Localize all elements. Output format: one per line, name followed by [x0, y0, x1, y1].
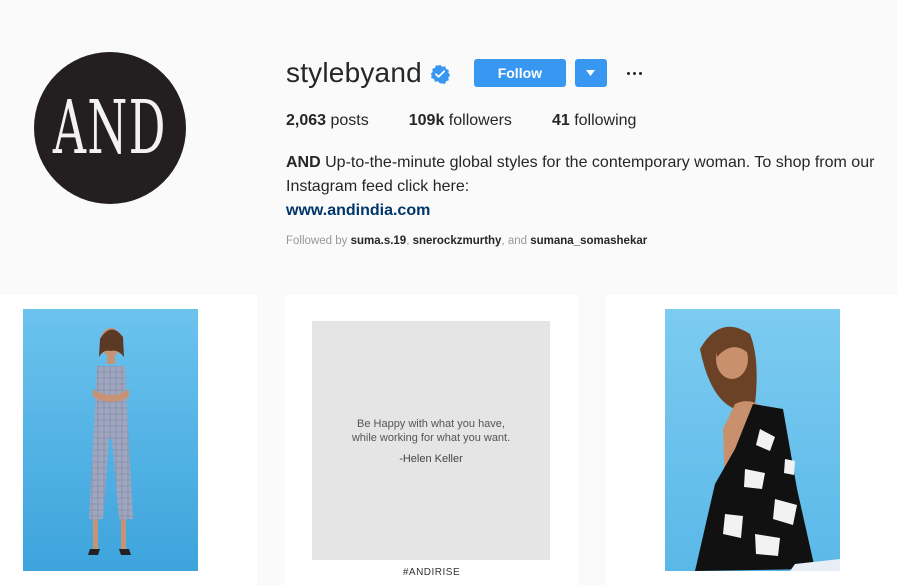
verified-badge-icon: [430, 64, 450, 84]
posts-label: posts: [330, 112, 369, 129]
following-stat[interactable]: 41 following: [552, 112, 637, 130]
bio-text: Up-to-the-minute global styles for the c…: [286, 154, 875, 195]
model-figure-image: [88, 328, 133, 555]
suggestions-dropdown-button[interactable]: [574, 59, 607, 87]
post-thumbnail[interactable]: [0, 295, 257, 585]
following-count: 41: [551, 112, 570, 129]
following-label: following: [574, 112, 637, 129]
post-image-model-printed-dress: [665, 309, 840, 571]
post-thumbnail[interactable]: [606, 295, 897, 585]
post-hashtag: #ANDIRISE: [402, 567, 461, 578]
profile-info: stylebyand Follow 2,063 posts 109k follo…: [286, 55, 897, 247]
followers-count: 109k: [408, 112, 445, 129]
bio-name: AND: [286, 154, 321, 171]
caret-down-icon: [586, 70, 596, 76]
quote-author: -Helen Keller: [399, 452, 463, 465]
post-image-model-jumpsuit: [23, 309, 198, 571]
followed-by-separator: , and: [501, 235, 528, 247]
profile-bio: AND Up-to-the-minute global styles for t…: [286, 151, 891, 223]
followed-by-user[interactable]: snerockzmurthy: [413, 235, 502, 247]
model-figure-image: [695, 326, 840, 571]
followers-stat[interactable]: 109k followers: [409, 112, 512, 130]
profile-stats: 2,063 posts 109k followers 41 following: [286, 112, 897, 130]
quote-image: Be Happy with what you have, while worki…: [312, 321, 550, 560]
bio-website-link[interactable]: www.andindia.com: [286, 199, 430, 223]
quote-line: while working for what you want.: [351, 431, 511, 444]
posts-stat: 2,063 posts: [286, 112, 369, 130]
post-thumbnail[interactable]: Be Happy with what you have, while worki…: [285, 295, 578, 585]
followed-by-separator: ,: [406, 235, 410, 247]
followed-by-user[interactable]: suma.s.19: [351, 235, 407, 247]
quote-line: Be Happy with what you have,: [357, 417, 505, 430]
username: stylebyand: [286, 57, 422, 88]
followed-by-prefix: Followed by: [286, 235, 348, 247]
followed-by-user[interactable]: sumana_somashekar: [530, 235, 647, 247]
avatar-logo-text: AND: [53, 85, 167, 171]
posts-count: 2,063: [286, 112, 327, 129]
follow-button[interactable]: Follow: [473, 59, 566, 87]
title-row: stylebyand Follow: [286, 55, 897, 91]
profile-avatar[interactable]: AND: [34, 52, 186, 204]
more-options-icon[interactable]: [626, 63, 642, 83]
followed-by: Followed by suma.s.19, snerockzmurthy, a…: [286, 235, 897, 247]
followers-label: followers: [448, 112, 512, 129]
